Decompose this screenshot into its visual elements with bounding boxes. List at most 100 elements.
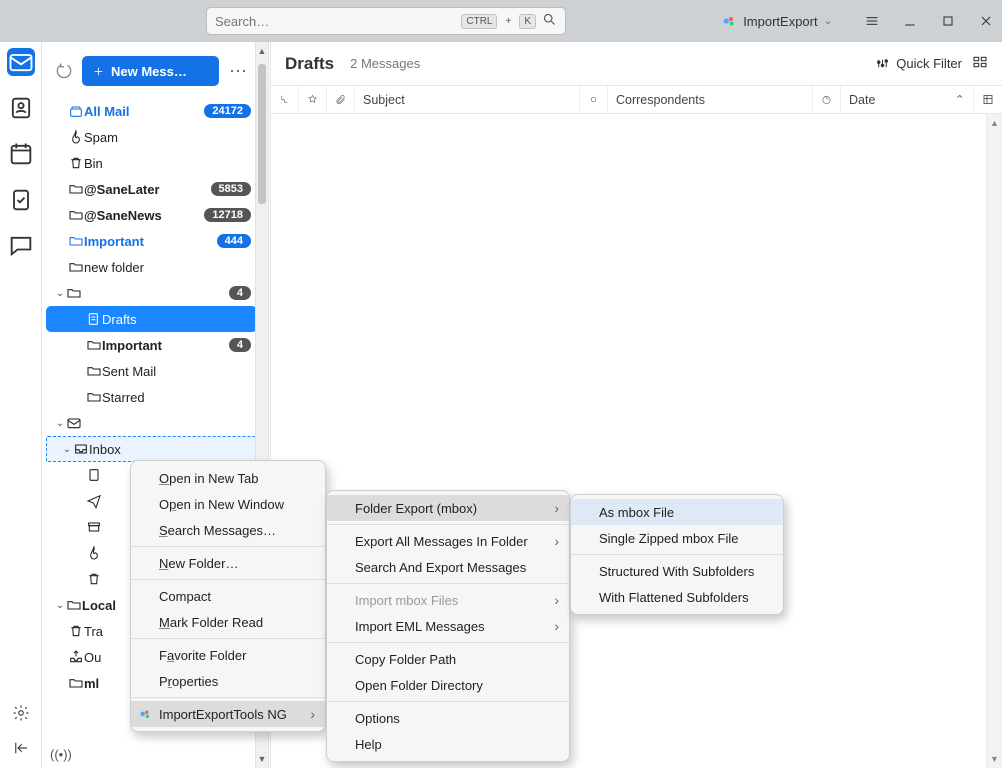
sort-asc-icon: ⌃ xyxy=(955,92,965,107)
chevron-down-icon: ⌄ xyxy=(824,16,832,27)
folder-sanenews[interactable]: @SaneNews 12718 xyxy=(46,202,257,228)
folder-starred[interactable]: Starred xyxy=(46,384,257,410)
inbox-icon xyxy=(73,441,89,457)
folder-all-mail[interactable]: All Mail 24172 xyxy=(46,98,257,124)
col-attachment-icon[interactable] xyxy=(327,86,355,113)
app-menu-icon[interactable] xyxy=(864,13,880,29)
mail-space-icon[interactable] xyxy=(7,48,35,76)
draft-icon xyxy=(86,311,102,327)
folder-icon xyxy=(68,675,84,691)
import-export-icon xyxy=(137,706,153,722)
message-count: 2 Messages xyxy=(350,56,420,71)
col-correspondents[interactable]: Correspondents xyxy=(608,86,813,113)
menu-import-mbox: Import mbox Files xyxy=(327,587,569,613)
folder-pane-more-icon[interactable]: ⋯ xyxy=(227,61,249,82)
menu-compact[interactable]: Compact xyxy=(131,583,325,609)
menu-new-folder[interactable]: New Folder… xyxy=(131,550,325,576)
kbd-ctrl: CTRL xyxy=(461,14,497,29)
menu-help[interactable]: Help xyxy=(327,731,569,757)
chevron-down-icon[interactable]: ⌄ xyxy=(61,444,73,455)
folder-inbox[interactable]: ⌄ Inbox xyxy=(46,436,257,462)
menu-import-eml[interactable]: Import EML Messages xyxy=(327,613,569,639)
menu-export-all-messages[interactable]: Export All Messages In Folder xyxy=(327,528,569,554)
scrollbar-thumb[interactable] xyxy=(258,64,266,204)
menu-open-new-window[interactable]: Open in New Window xyxy=(131,491,325,517)
calendar-icon[interactable] xyxy=(7,140,35,168)
folder-icon xyxy=(68,181,84,197)
menu-properties[interactable]: Properties xyxy=(131,668,325,694)
collapse-rail-icon[interactable] xyxy=(12,739,30,760)
folder-new-folder[interactable]: new folder xyxy=(46,254,257,280)
menu-flattened-subfolders[interactable]: With Flattened Subfolders xyxy=(571,584,783,610)
folder-sent-mail[interactable]: Sent Mail xyxy=(46,358,257,384)
menu-import-export-tools[interactable]: ImportExportTools NG xyxy=(131,701,325,727)
archive-icon xyxy=(86,519,102,535)
col-junk-icon[interactable] xyxy=(813,86,841,113)
menu-single-zipped-mbox[interactable]: Single Zipped mbox File xyxy=(571,525,783,551)
trash-icon xyxy=(68,155,84,171)
kbd-k: K xyxy=(519,14,536,29)
stack-icon xyxy=(68,103,84,119)
folder-sanelater[interactable]: @SaneLater 5853 xyxy=(46,176,257,202)
menu-folder-export-mbox[interactable]: Folder Export (mbox) xyxy=(327,495,569,521)
col-star-icon[interactable] xyxy=(299,86,327,113)
chevron-down-icon[interactable]: ⌄ xyxy=(54,418,66,429)
col-picker-icon[interactable] xyxy=(974,86,1002,113)
spaces-rail xyxy=(0,42,42,768)
folder-icon xyxy=(68,259,84,275)
folder-icon xyxy=(86,389,102,405)
menu-structured-subfolders[interactable]: Structured With Subfolders xyxy=(571,558,783,584)
message-list-scrollbar[interactable]: ▲▼ xyxy=(986,114,1002,768)
chat-icon[interactable] xyxy=(7,232,35,260)
col-read-icon[interactable] xyxy=(580,86,608,113)
folder-unnamed-parent[interactable]: ⌄ 4 xyxy=(46,280,257,306)
search-icon[interactable] xyxy=(542,12,557,30)
col-thread-icon[interactable] xyxy=(271,86,299,113)
chevron-down-icon[interactable]: ⌄ xyxy=(54,600,66,611)
folder-icon xyxy=(66,285,82,301)
menu-as-mbox-file[interactable]: As mbox File xyxy=(571,499,783,525)
search-input[interactable] xyxy=(215,14,455,29)
menu-search-and-export[interactable]: Search And Export Messages xyxy=(327,554,569,580)
tasks-icon[interactable] xyxy=(7,186,35,214)
display-options-icon[interactable] xyxy=(972,54,988,73)
chevron-down-icon[interactable]: ⌄ xyxy=(54,288,66,299)
titlebar: CTRL + K ImportExport ⌄ xyxy=(0,0,1002,42)
global-search[interactable]: CTRL + K xyxy=(206,7,566,35)
column-headers: Subject Correspondents Date ⌃ xyxy=(271,86,1002,114)
folder-drafts[interactable]: Drafts xyxy=(46,306,257,332)
menu-mark-folder-read[interactable]: Mark Folder Read xyxy=(131,609,325,635)
import-export-submenu: Folder Export (mbox) Export All Messages… xyxy=(326,490,570,762)
menu-options[interactable]: Options xyxy=(327,705,569,731)
import-export-toolbar-button[interactable]: ImportExport ⌄ xyxy=(715,7,838,35)
folder-icon xyxy=(66,597,82,613)
col-date[interactable]: Date ⌃ xyxy=(841,86,974,113)
settings-icon[interactable] xyxy=(12,704,30,725)
folder-important-2[interactable]: Important 4 xyxy=(46,332,257,358)
folder-bin[interactable]: Bin xyxy=(46,150,257,176)
window-close-icon[interactable] xyxy=(978,13,994,29)
quick-filter-button[interactable]: Quick Filter xyxy=(875,56,962,71)
folder-important[interactable]: Important 444 xyxy=(46,228,257,254)
menu-copy-folder-path[interactable]: Copy Folder Path xyxy=(327,646,569,672)
menu-open-new-tab[interactable]: Open in New Tab xyxy=(131,465,325,491)
status-connection-icon: ((•)) xyxy=(50,747,72,762)
pane-title: Drafts xyxy=(285,54,334,74)
window-maximize-icon[interactable] xyxy=(940,13,956,29)
mail-account-icon xyxy=(66,415,82,431)
folder-icon xyxy=(86,337,102,353)
new-message-button[interactable]: New Mess… xyxy=(82,56,219,86)
folder-icon xyxy=(86,363,102,379)
menu-open-folder-directory[interactable]: Open Folder Directory xyxy=(327,672,569,698)
note-icon xyxy=(86,467,102,483)
menu-search-messages[interactable]: Search Messages… xyxy=(131,517,325,543)
sync-icon[interactable] xyxy=(54,61,74,81)
folder-account-row[interactable]: ⌄ xyxy=(46,410,257,436)
mbox-export-submenu: As mbox File Single Zipped mbox File Str… xyxy=(570,494,784,615)
folder-spam[interactable]: Spam xyxy=(46,124,257,150)
menu-favorite-folder[interactable]: Favorite Folder xyxy=(131,642,325,668)
folder-icon xyxy=(68,233,84,249)
col-subject[interactable]: Subject xyxy=(355,86,580,113)
window-minimize-icon[interactable] xyxy=(902,13,918,29)
address-book-icon[interactable] xyxy=(7,94,35,122)
